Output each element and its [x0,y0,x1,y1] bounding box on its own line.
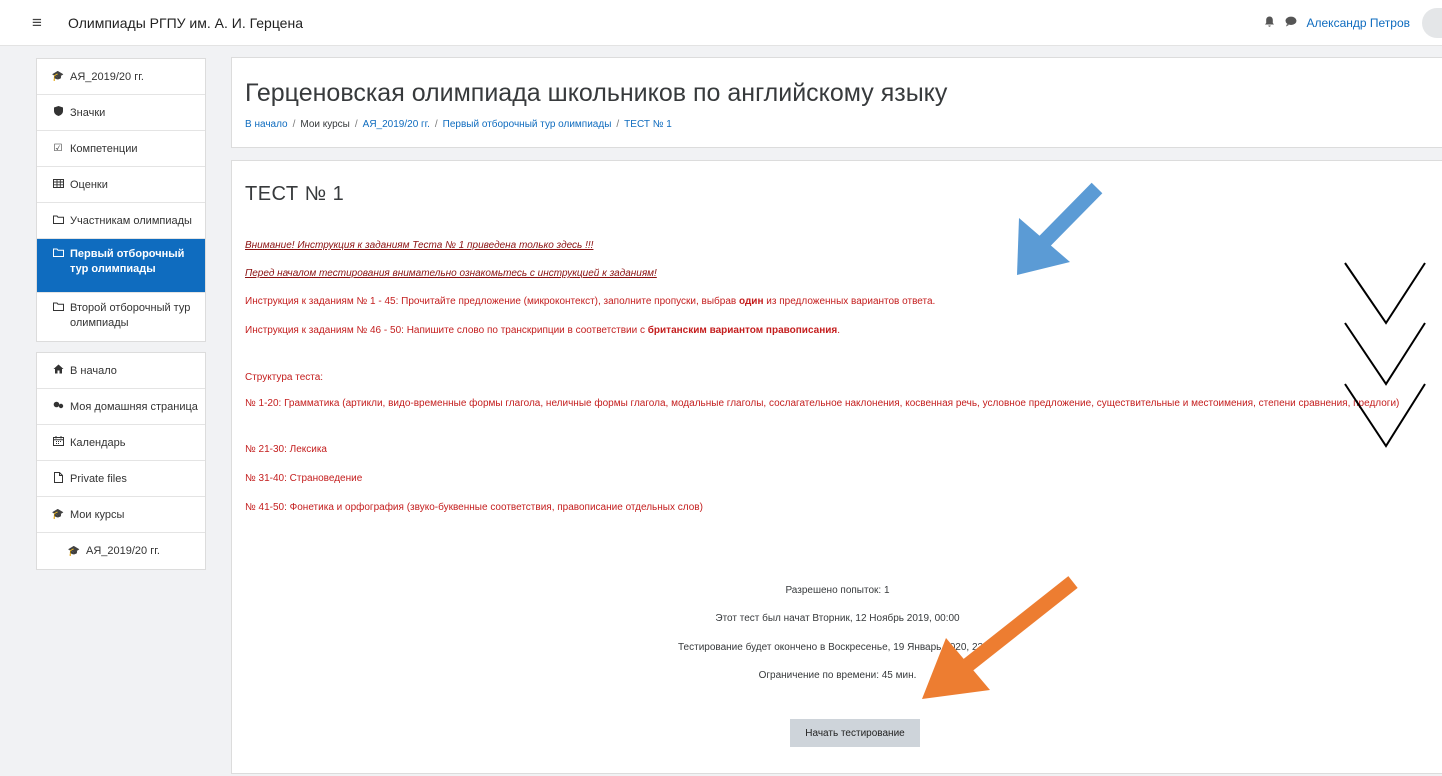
page-header: Герценовская олимпиада школьников по анг… [231,57,1442,148]
sidebar-item-calendar[interactable]: Календарь [37,425,205,461]
quiz-title: ТЕСТ № 1 [245,183,345,205]
structure-heading: Структура теста: [245,372,324,383]
bell-icon[interactable] [1264,16,1275,31]
calendar-icon [51,436,65,449]
page-title: Герценовская олимпиада школьников по анг… [245,79,948,107]
site-nav-block: В начало Моя домашняя страница Календарь… [36,352,206,570]
sidebar-item-second-round[interactable]: Второй отборочный тур олимпиады [37,293,205,341]
table-icon [51,178,65,191]
sidebar-item-course-sub[interactable]: 🎓 АЯ_2019/20 гг. [37,533,205,569]
breadcrumb-home[interactable]: В начало [245,119,288,130]
quiz-main-region: ТЕСТ № 1 Внимание! Инструкция к заданиям… [231,160,1442,774]
shield-icon [51,106,65,119]
sidebar-item-label: АЯ_2019/20 гг. [86,545,160,557]
open-date-info: Этот тест был начат Вторник, 12 Ноябрь 2… [715,613,960,624]
attempts-info: Разрешено попыток: 1 [785,585,890,596]
time-limit-info: Ограничение по времени: 45 мин. [758,670,917,681]
breadcrumb-section[interactable]: Первый отборочный тур олимпиады [443,119,612,130]
top-navbar: ≡ Олимпиады РГПУ им. А. И. Герцена Алекс… [0,0,1442,46]
sidebar-item-label: АЯ_2019/20 гг. [70,70,144,83]
folder-icon [51,215,65,227]
graduation-cap-icon: 🎓 [51,71,65,82]
sidebar-item-dashboard[interactable]: Моя домашняя страница [37,389,205,425]
structure-item: № 1-20: Грамматика (артикли, видо-времен… [245,398,1400,409]
start-attempt-button[interactable]: Начать тестирование [790,719,920,747]
sidebar-item-label: Private files [70,472,127,485]
avatar[interactable] [1422,8,1442,38]
sidebar-item-label: Компетенции [70,142,138,155]
sidebar-item-label: Второй отборочный тур олимпиады [70,302,191,329]
user-nav: Александр Петров [1264,0,1442,46]
left-drawer: 🎓 АЯ_2019/20 гг. Значки ☑ Компетенции Оц… [36,46,220,776]
home-icon [51,364,65,377]
chat-icon[interactable] [1285,16,1297,30]
breadcrumb: В начало / Мои курсы / АЯ_2019/20 гг. / Первый… [245,119,672,130]
graduation-cap-icon: 🎓 [67,545,81,557]
graduation-cap-icon: 🎓 [51,509,65,520]
structure-item: № 31-40: Страноведение [245,473,363,484]
warning-text: Перед началом тестирования внимательно о… [245,268,657,279]
sidebar-item-label: Первый отборочный тур олимпиады [70,248,185,275]
close-date-info: Тестирование будет окончено в Воскресень… [678,642,997,653]
sidebar-item-badges[interactable]: Значки [37,95,205,131]
breadcrumb-course[interactable]: АЯ_2019/20 гг. [363,119,430,130]
sidebar-item-first-round[interactable]: Первый отборочный тур олимпиады [37,239,205,293]
folder-icon [51,301,65,316]
sidebar-item-label: Оценки [70,178,108,191]
sidebar-item-label: Календарь [70,436,126,449]
structure-item: № 41-50: Фонетика и орфография (звуко-бу… [245,502,703,513]
sidebar-item-label: Значки [70,106,106,119]
sidebar-item-label: Мои курсы [70,508,125,521]
user-menu-name[interactable]: Александр Петров [1307,16,1411,30]
site-name-link[interactable]: Олимпиады РГПУ им. А. И. Герцена [68,15,303,31]
dashboard-icon [51,400,65,413]
menu-icon[interactable]: ≡ [20,8,54,38]
structure-item: № 21-30: Лексика [245,444,327,455]
sidebar-item-label: Моя домашняя страница [70,400,198,413]
instruction-2: Инструкция к заданиям № 46 - 50: Напишит… [245,325,840,336]
check-square-icon: ☑ [53,143,63,154]
breadcrumb-my-courses: Мои курсы [300,119,350,130]
sidebar-item-private-files[interactable]: Private files [37,461,205,497]
sidebar-item-home[interactable]: В начало [37,353,205,389]
breadcrumb-quiz[interactable]: ТЕСТ № 1 [624,119,672,130]
sidebar-item-competencies[interactable]: ☑ Компетенции [37,131,205,167]
sidebar-item-my-courses[interactable]: 🎓 Мои курсы [37,497,205,533]
warning-text: Внимание! Инструкция к заданиям Теста № … [245,240,594,251]
course-nav-block: 🎓 АЯ_2019/20 гг. Значки ☑ Компетенции Оц… [36,58,206,342]
sidebar-item-grades[interactable]: Оценки [37,167,205,203]
file-icon [51,471,65,486]
sidebar-item-participants[interactable]: Участникам олимпиады [37,203,205,239]
sidebar-item-label: Участникам олимпиады [70,214,192,227]
folder-icon [51,247,65,262]
sidebar-item-label: В начало [70,364,117,377]
instruction-1: Инструкция к заданиям № 1 - 45: Прочитай… [245,296,936,307]
sidebar-item-course[interactable]: 🎓 АЯ_2019/20 гг. [37,59,205,95]
